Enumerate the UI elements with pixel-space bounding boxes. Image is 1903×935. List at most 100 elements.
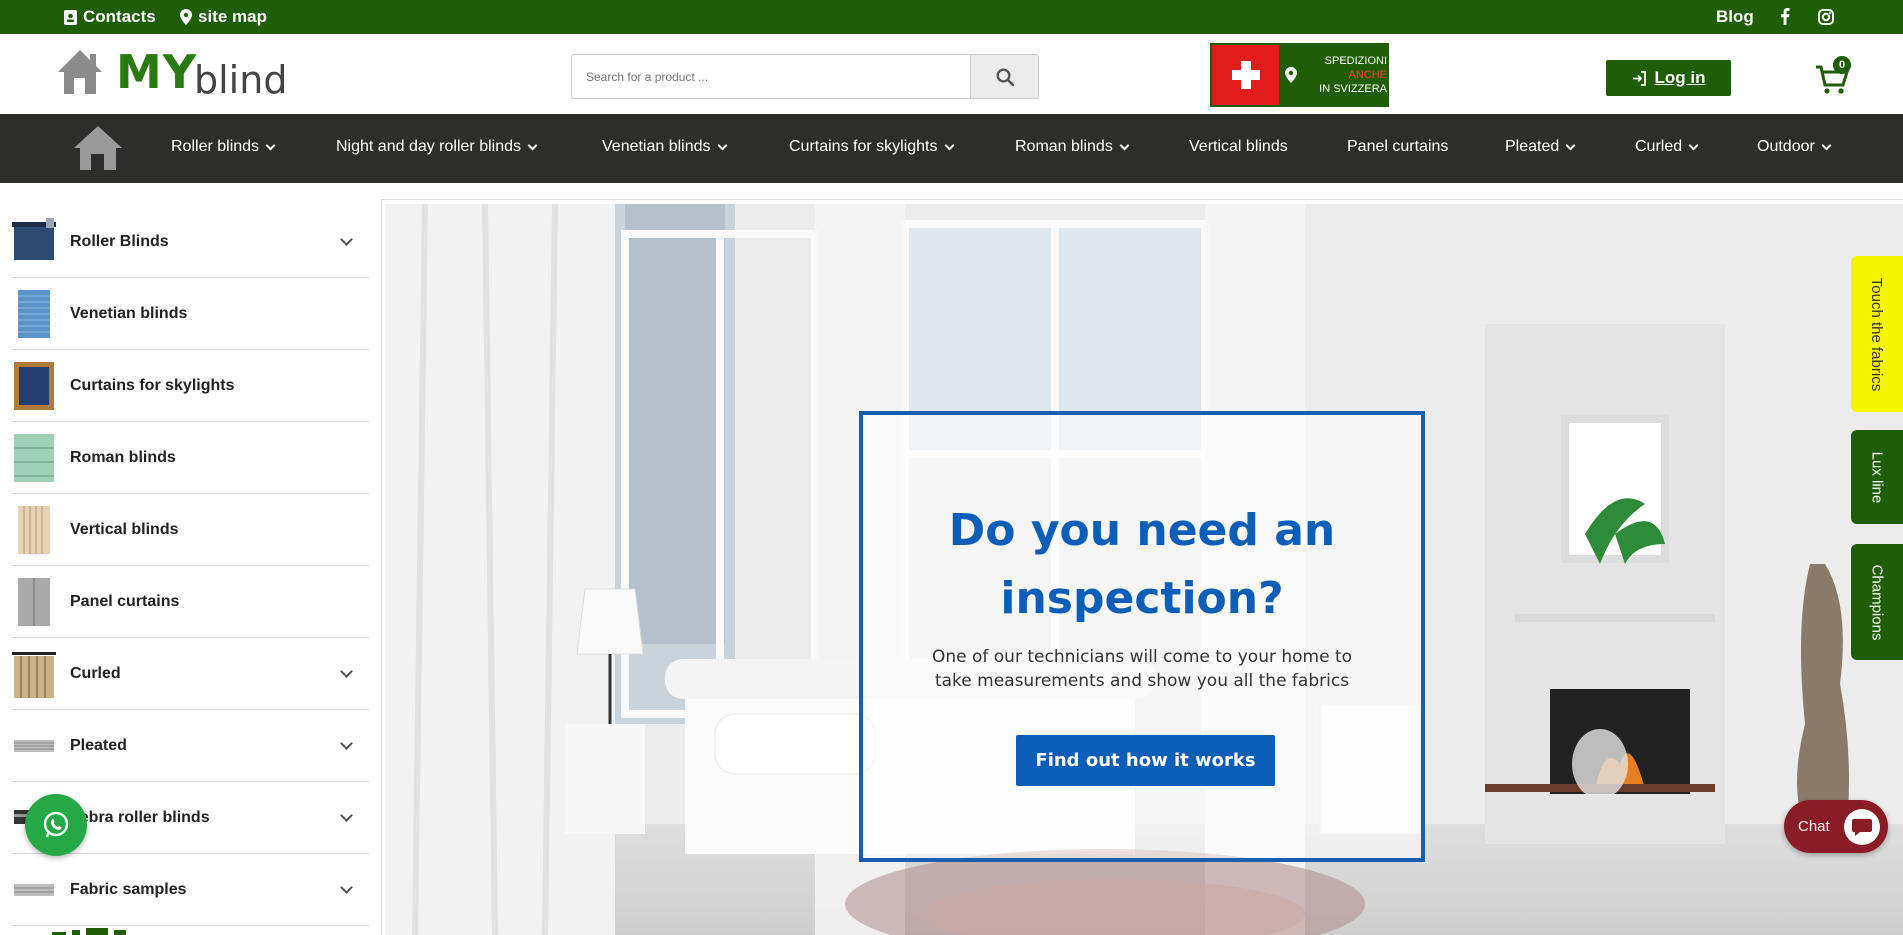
nav-label: Night and day roller blinds: [336, 138, 521, 155]
sidebar-label: Roman blinds: [70, 448, 176, 466]
sidebar-item-roman-blinds[interactable]: Roman blinds: [12, 422, 369, 494]
sidebar-label: Roller Blinds: [70, 232, 169, 250]
instagram-link[interactable]: [1818, 9, 1834, 25]
map-pin-icon: [180, 9, 192, 25]
chevron-down-icon: [1565, 140, 1576, 150]
nav-pleated[interactable]: Pleated: [1505, 138, 1576, 156]
lux-line-tab[interactable]: Lux line: [1851, 430, 1903, 524]
home-icon[interactable]: [72, 122, 124, 174]
sidebar-item-venetian-blinds[interactable]: Venetian blinds: [12, 278, 369, 350]
find-out-button[interactable]: Find out how it works: [1016, 735, 1275, 786]
nav-outdoor[interactable]: Outdoor: [1757, 138, 1832, 156]
curled-curtain-thumb: [12, 651, 56, 698]
chat-button[interactable]: Chat: [1784, 800, 1888, 853]
whatsapp-button[interactable]: [25, 794, 87, 856]
search-bar: [571, 54, 1039, 99]
sidebar-label: Pleated: [70, 736, 127, 754]
sidebar-item-roller-blinds[interactable]: Roller Blinds: [12, 206, 369, 278]
contacts-label: Contacts: [83, 7, 156, 26]
nav-label: Roller blinds: [171, 138, 260, 155]
chevron-down-icon[interactable]: [340, 737, 353, 750]
nav-label: Pleated: [1505, 138, 1560, 155]
cta-description: One of our technicians will come to your…: [931, 647, 1353, 691]
header: MY blind SPEDIZIONI ANCHE IN SVIZZERA Lo…: [0, 34, 1903, 114]
shipping-line-3: IN SVIZZERA: [1319, 83, 1387, 95]
chevron-down-icon: [717, 140, 727, 150]
sidebar-item-curled[interactable]: Curled: [12, 638, 369, 710]
swiss-shipping-banner[interactable]: SPEDIZIONI ANCHE IN SVIZZERA: [1210, 43, 1389, 107]
facebook-link[interactable]: [1780, 8, 1790, 25]
sidebar-label: Curled: [70, 664, 121, 682]
logo-my: MY: [116, 45, 198, 99]
nav-vertical-blinds[interactable]: Vertical blinds: [1189, 138, 1288, 156]
contacts-link[interactable]: Contacts: [64, 7, 156, 27]
nav-label: Curtains for skylights: [789, 138, 938, 155]
cart-count-badge: 0: [1833, 56, 1851, 74]
nav-night-day-roller-blinds[interactable]: Night and day roller blinds: [336, 138, 538, 156]
nav-panel-curtains[interactable]: Panel curtains: [1347, 138, 1448, 156]
sidebar-item-fabric-samples[interactable]: Fabric samples: [12, 854, 369, 926]
sidebar-item-pleated[interactable]: Pleated: [12, 710, 369, 782]
login-button[interactable]: Log in: [1606, 60, 1731, 96]
sign-in-icon: [1632, 70, 1646, 86]
facebook-icon: [1781, 8, 1790, 25]
shipping-line-2: ANCHE: [1348, 69, 1387, 81]
logo-blind: blind: [194, 58, 288, 102]
sidebar-item-panel-curtains[interactable]: Panel curtains: [12, 566, 369, 638]
chat-label: Chat: [1798, 818, 1830, 835]
sidebar-heading-fragment: [52, 924, 172, 935]
shipping-line-1: SPEDIZIONI: [1324, 55, 1387, 67]
fabric-sample-thumb: [14, 883, 54, 896]
blog-link[interactable]: Blog: [1716, 7, 1754, 27]
chevron-down-icon: [527, 140, 538, 150]
roman-blind-thumb: [14, 433, 54, 482]
sidebar-label: Curtains for skylights: [70, 376, 235, 394]
chevron-down-icon[interactable]: [340, 881, 353, 894]
search-input[interactable]: [572, 55, 970, 98]
skylight-curtain-thumb: [14, 361, 54, 410]
instagram-icon: [1818, 9, 1834, 25]
sidebar-label: Panel curtains: [70, 592, 180, 610]
nav-curled[interactable]: Curled: [1635, 138, 1699, 156]
cta-title: Do you need an inspection?: [948, 505, 1336, 624]
chevron-down-icon: [265, 140, 276, 150]
contact-card-icon: [64, 9, 77, 25]
tab-label: Lux line: [1868, 451, 1886, 503]
champions-tab[interactable]: Champions: [1851, 544, 1903, 660]
sidebar-item-curtains-skylights[interactable]: Curtains for skylights: [12, 350, 369, 422]
site-logo[interactable]: MY blind: [56, 44, 287, 102]
chevron-down-icon[interactable]: [340, 665, 353, 678]
search-icon: [995, 67, 1014, 86]
sidebar-label: Vertical blinds: [70, 520, 179, 538]
sidebar-label: Fabric samples: [70, 880, 187, 898]
swiss-flag-icon: [1212, 45, 1279, 105]
nav-roller-blinds[interactable]: Roller blinds: [171, 138, 276, 156]
cart-button[interactable]: 0: [1815, 56, 1855, 96]
panel-curtain-thumb: [18, 577, 50, 626]
touch-fabrics-tab[interactable]: Touch the fabrics: [1851, 256, 1903, 412]
search-button[interactable]: [970, 55, 1038, 98]
chevron-down-icon: [944, 140, 954, 150]
sidebar-label: Zebra roller blinds: [70, 808, 210, 826]
nav-roman-blinds[interactable]: Roman blinds: [1015, 138, 1130, 156]
top-bar: Contacts site map Blog: [0, 0, 1903, 34]
sitemap-link[interactable]: site map: [180, 7, 267, 27]
chat-bubble-icon: [1843, 808, 1880, 845]
nav-curtains-skylights[interactable]: Curtains for skylights: [789, 138, 954, 156]
location-pin-icon: [1285, 67, 1297, 83]
nav-venetian-blinds[interactable]: Venetian blinds: [602, 138, 727, 156]
nav-label: Curled: [1635, 138, 1683, 155]
chevron-down-icon[interactable]: [340, 809, 353, 822]
chevron-down-icon: [1119, 140, 1130, 150]
chevron-down-icon: [1821, 140, 1832, 150]
whatsapp-icon: [43, 811, 69, 838]
nav-label: Outdoor: [1757, 138, 1815, 155]
sidebar-item-vertical-blinds[interactable]: Vertical blinds: [12, 494, 369, 566]
inspection-cta-box: Do you need an inspection? One of our te…: [859, 411, 1425, 862]
chevron-down-icon[interactable]: [340, 233, 353, 246]
roller-blind-thumb: [12, 217, 56, 260]
login-label: Log in: [1654, 68, 1706, 87]
tab-label: Champions: [1868, 564, 1886, 640]
shipping-info: SPEDIZIONI ANCHE IN SVIZZERA: [1279, 45, 1387, 105]
venetian-blind-thumb: [18, 289, 50, 338]
